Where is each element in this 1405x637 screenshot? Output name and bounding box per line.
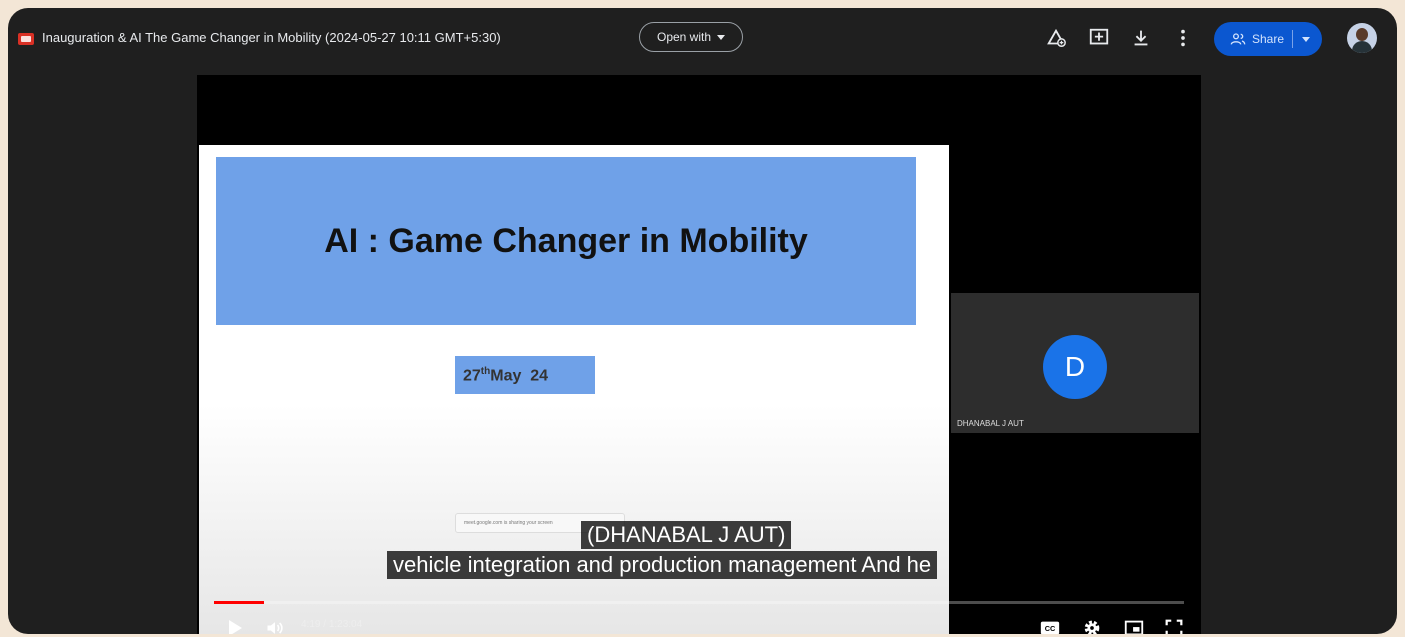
share-button[interactable]: Share: [1214, 22, 1322, 56]
add-comment-icon[interactable]: [1088, 27, 1110, 49]
fullscreen-icon[interactable]: [1163, 617, 1185, 634]
share-divider: [1292, 30, 1293, 48]
participant-avatar: D: [1043, 335, 1107, 399]
slide-title: AI : Game Changer in Mobility: [324, 221, 808, 260]
settings-gear-icon[interactable]: [1081, 617, 1103, 634]
duration: 1:23:04: [328, 619, 363, 630]
video-player[interactable]: AI : Game Changer in Mobility 27thMay 24…: [197, 75, 1201, 634]
open-with-button[interactable]: Open with: [639, 22, 743, 52]
avatar-body: [1352, 41, 1372, 53]
participant-tile: D DHANABAL J AUT: [951, 293, 1199, 433]
progress-bar[interactable]: [214, 601, 1184, 604]
share-label: Share: [1252, 32, 1285, 46]
caption-speaker: (DHANABAL J AUT): [581, 521, 792, 549]
file-title: Inauguration & AI The Game Changer in Mo…: [42, 30, 501, 45]
caption-text: vehicle integration and production manag…: [387, 551, 938, 579]
share-chevron-down-icon[interactable]: [1302, 37, 1310, 42]
date-rest: May 24: [490, 367, 549, 385]
drive-video-preview: Inauguration & AI The Game Changer in Mo…: [8, 8, 1397, 634]
video-file-icon: [18, 33, 34, 45]
play-icon[interactable]: [225, 617, 245, 634]
more-vert-icon[interactable]: [1172, 27, 1194, 49]
time-separator: /: [320, 619, 329, 630]
date-suffix: th: [480, 366, 491, 377]
download-icon[interactable]: [1130, 27, 1152, 49]
open-with-label: Open with: [656, 30, 712, 44]
people-icon: [1230, 33, 1246, 45]
date-day: 27: [463, 367, 481, 385]
participant-name: DHANABAL J AUT: [957, 419, 1024, 428]
add-shortcut-icon[interactable]: [1045, 27, 1067, 49]
top-bar: Inauguration & AI The Game Changer in Mo…: [8, 8, 1397, 68]
current-time: 4:19: [301, 619, 321, 630]
captions-icon[interactable]: CC: [1039, 617, 1061, 634]
slide-title-banner: AI : Game Changer in Mobility: [216, 157, 916, 325]
account-avatar[interactable]: [1347, 23, 1377, 53]
progress-played: [214, 601, 265, 604]
miniplayer-icon[interactable]: [1123, 617, 1145, 634]
time-display: 4:19 / 1:23:04: [301, 619, 362, 630]
slide-date: 27thMay 24: [455, 356, 595, 394]
chevron-down-icon: [717, 34, 726, 40]
svg-text:CC: CC: [1045, 624, 1056, 633]
volume-icon[interactable]: [265, 617, 285, 634]
avatar-head: [1356, 28, 1368, 41]
